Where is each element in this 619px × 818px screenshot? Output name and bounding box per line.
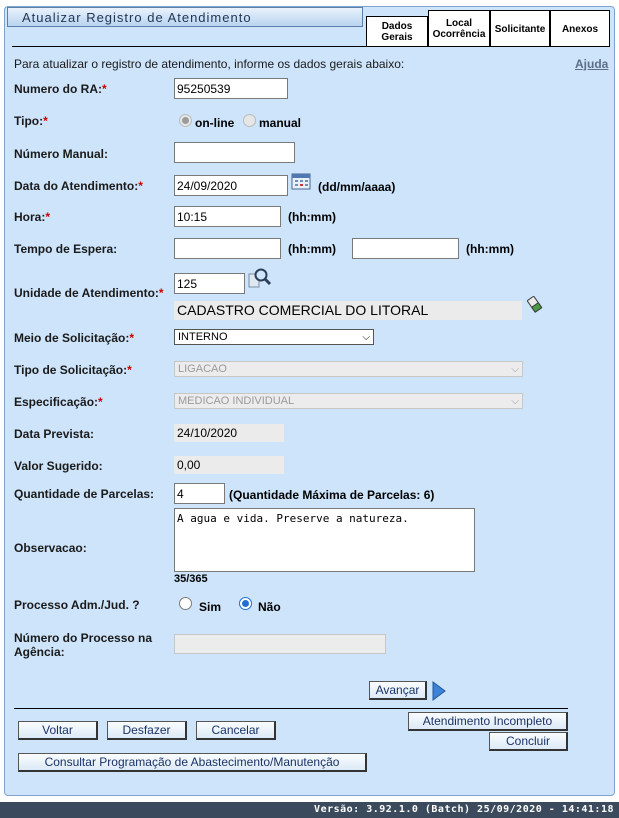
numero-processo-label: Número do Processo na Agência: — [14, 631, 153, 659]
chevron-down-icon: ⌵ — [511, 395, 519, 407]
tempo-espera-fim-input[interactable] — [352, 238, 459, 259]
voltar-button[interactable]: Voltar — [18, 721, 98, 740]
hora-label: Hora:* — [14, 210, 51, 224]
help-link[interactable]: Ajuda — [575, 57, 608, 71]
data-prevista-label: Data Prevista: — [14, 427, 95, 441]
version-footer: Versão: 3.92.1.0 (Batch) 25/09/2020 - 14… — [0, 802, 619, 818]
search-icon[interactable] — [248, 267, 272, 289]
unidade-code-input[interactable]: 125 — [174, 273, 245, 294]
valor-sugerido-display: 0,00 — [174, 456, 284, 474]
processo-nao-label: Não — [258, 600, 281, 614]
tab-local-ocorrencia[interactable]: Local Ocorrência — [428, 10, 490, 47]
numero-manual-label: Número Manual: — [14, 147, 109, 161]
tipo-online-label: on-line — [195, 116, 235, 130]
chevron-down-icon: ⌵ — [362, 331, 370, 343]
tab-dados-gerais[interactable]: Dados Gerais — [366, 16, 428, 47]
calendar-icon[interactable] — [291, 172, 311, 190]
tempo-espera-format-hint-2: (hh:mm) — [466, 242, 514, 256]
desfazer-button[interactable]: Desfazer — [107, 721, 187, 740]
action-divider — [14, 708, 568, 709]
observacao-label: Observacao: — [14, 541, 87, 555]
unidade-label: Unidade de Atendimento:* — [14, 286, 164, 300]
tipo-solicitacao-value: LIGACAO — [178, 363, 227, 375]
tipo-manual-radio[interactable] — [243, 114, 256, 127]
tab-divider — [12, 46, 610, 47]
atendimento-incompleto-button[interactable]: Atendimento Incompleto — [408, 712, 568, 731]
observacao-char-counter: 35/365 — [174, 573, 208, 585]
avancar-button[interactable]: Avançar — [369, 681, 427, 700]
data-atendimento-input[interactable]: 24/09/2020 — [174, 175, 288, 196]
especificacao-value: MEDICAO INDIVIDUAL — [178, 395, 295, 407]
chevron-down-icon: ⌵ — [511, 363, 519, 375]
processo-sim-label: Sim — [199, 600, 222, 614]
consultar-programacao-button[interactable]: Consultar Programação de Abastecimento/M… — [18, 753, 367, 772]
page-title: Atualizar Registro de Atendimento — [7, 7, 363, 27]
processo-label: Processo Adm./Jud. ? — [14, 598, 140, 612]
parcelas-input[interactable]: 4 — [174, 483, 225, 504]
tempo-espera-format-hint-1: (hh:mm) — [288, 242, 336, 256]
meio-solicitacao-label: Meio de Solicitação:* — [14, 331, 135, 345]
data-format-hint: (dd/mm/aaaa) — [318, 180, 396, 194]
processo-nao-radio[interactable] — [239, 597, 252, 610]
parcelas-max-hint: (Quantidade Máxima de Parcelas: 6) — [229, 488, 435, 502]
valor-sugerido-label: Valor Sugerido: — [14, 459, 103, 473]
meio-solicitacao-select[interactable]: INTERNO ⌵ — [174, 329, 374, 345]
data-prevista-display: 24/10/2020 — [174, 424, 284, 442]
arrow-right-icon[interactable] — [432, 681, 446, 701]
especificacao-label: Especificação:* — [14, 395, 103, 409]
tipo-manual-label: manual — [259, 116, 302, 130]
tipo-label: Tipo:* — [14, 114, 48, 128]
eraser-icon[interactable] — [526, 295, 544, 315]
data-atendimento-label: Data do Atendimento:* — [14, 179, 143, 193]
tab-solicitante[interactable]: Solicitante — [490, 10, 550, 47]
observacao-textarea[interactable]: A agua e vida. Preserve a natureza. — [174, 508, 475, 572]
tipo-online-radio[interactable] — [179, 114, 192, 127]
tipo-solicitacao-label: Tipo de Solicitação:* — [14, 363, 132, 377]
concluir-button[interactable]: Concluir — [489, 732, 568, 751]
hora-format-hint: (hh:mm) — [288, 210, 336, 224]
especificacao-select[interactable]: MEDICAO INDIVIDUAL ⌵ — [174, 393, 523, 409]
numero-processo-input[interactable] — [174, 634, 386, 654]
numero-manual-input[interactable] — [174, 142, 295, 163]
tempo-espera-label: Tempo de Espera: — [14, 242, 118, 256]
parcelas-label: Quantidade de Parcelas: — [14, 487, 155, 501]
intro-text: Para atualizar o registro de atendimento… — [14, 57, 405, 71]
tempo-espera-inicio-input[interactable] — [174, 238, 281, 259]
meio-solicitacao-value: INTERNO — [178, 331, 228, 343]
tab-anexos[interactable]: Anexos — [550, 10, 610, 47]
tipo-solicitacao-select[interactable]: LIGACAO ⌵ — [174, 361, 523, 377]
numero-ra-input[interactable]: 95250539 — [174, 78, 288, 99]
hora-input[interactable]: 10:15 — [174, 206, 281, 227]
unidade-name-display: CADASTRO COMERCIAL DO LITORAL — [174, 301, 522, 320]
cancelar-button[interactable]: Cancelar — [196, 721, 276, 740]
numero-ra-label: Numero do RA:* — [14, 82, 107, 96]
processo-sim-radio[interactable] — [179, 597, 192, 610]
